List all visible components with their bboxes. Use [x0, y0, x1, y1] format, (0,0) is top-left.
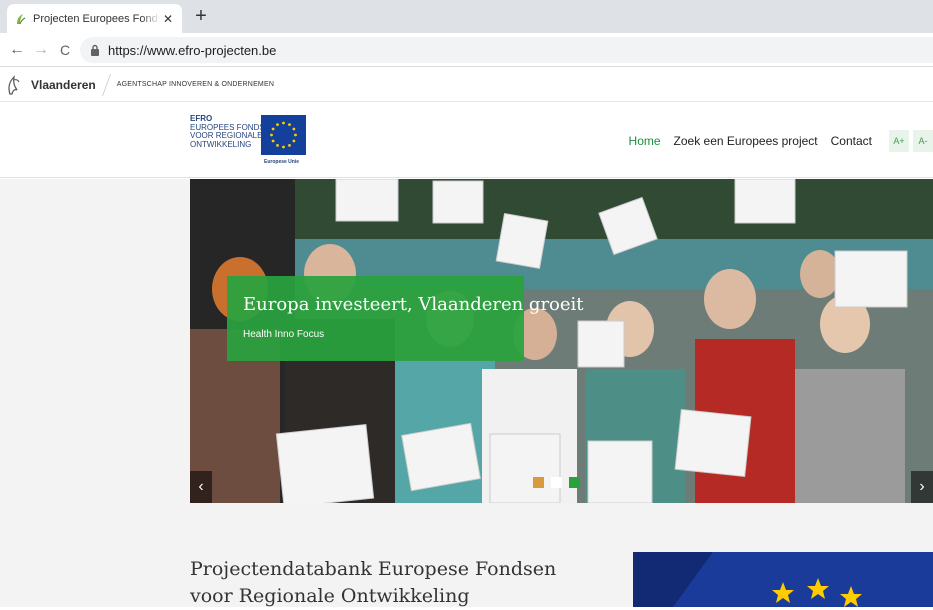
- forward-arrow-icon[interactable]: →: [31, 40, 51, 60]
- carousel-indicators: [533, 477, 587, 488]
- carousel-dot-active[interactable]: [569, 477, 580, 488]
- hero-caption-title: Europa investeert, Vlaanderen groeit: [243, 294, 584, 315]
- efro-logo[interactable]: EFRO EUROPEES FONDS VOOR REGIONALE ONTWI…: [190, 114, 265, 149]
- font-decrease-button[interactable]: A-: [913, 129, 933, 152]
- vlaanderen-link[interactable]: Vlaanderen: [31, 78, 96, 92]
- carousel-dot[interactable]: [551, 477, 562, 488]
- eu-star: [271, 127, 275, 131]
- hero-caption[interactable]: Europa investeert, Vlaanderen groeit Hea…: [227, 276, 584, 361]
- nav-find-project[interactable]: Zoek een Europees project: [674, 134, 818, 148]
- address-bar[interactable]: https://www.efro-projecten.be: [80, 37, 933, 63]
- eu-flag-icon: [261, 115, 306, 155]
- eu-star: [292, 127, 296, 131]
- vlaanderen-bar: Vlaanderen AGENTSCHAP INNOVEREN & ONDERN…: [0, 68, 933, 102]
- carousel-next-button[interactable]: ›: [911, 471, 933, 503]
- eu-label: Europese Unie: [264, 159, 300, 165]
- back-arrow-icon[interactable]: ←: [7, 40, 27, 60]
- browser-tab-strip: Projecten Europees Fonds voor Regionale …: [0, 0, 933, 33]
- eu-star: [282, 121, 285, 125]
- site-header: EFRO EUROPEES FONDS VOOR REGIONALE ONTWI…: [0, 103, 933, 178]
- browser-toolbar: ← → C https://www.efro-projecten.be: [0, 33, 933, 67]
- carousel-dot[interactable]: [533, 477, 544, 488]
- eu-stars-icon: [633, 552, 933, 607]
- tab-title: Projecten Europees Fonds voor Regionale …: [33, 12, 160, 25]
- intro-heading: Projectendatabank Europese Fondsen voor …: [190, 558, 557, 607]
- close-tab-icon[interactable]: ✕: [160, 11, 176, 27]
- url-text: https://www.efro-projecten.be: [108, 42, 277, 58]
- agency-link[interactable]: AGENTSCHAP INNOVEREN & ONDERNEMEN: [117, 81, 274, 88]
- hero-caption-subtitle: Health Inno Focus: [243, 329, 325, 340]
- eu-star: [288, 123, 291, 127]
- hero-carousel: Europa investeert, Vlaanderen groeit Hea…: [190, 179, 933, 503]
- vlaanderen-lion-icon[interactable]: [5, 74, 23, 96]
- browser-tab[interactable]: Projecten Europees Fonds voor Regionale …: [7, 4, 182, 33]
- nav-home[interactable]: Home: [629, 134, 661, 148]
- nav-contact[interactable]: Contact: [831, 134, 872, 148]
- lock-icon: [91, 44, 99, 56]
- eu-star: [270, 133, 273, 137]
- efro-logo-line: ONTWIKKELING: [190, 139, 252, 149]
- reload-icon[interactable]: C: [55, 40, 75, 60]
- carousel-prev-button[interactable]: ‹: [190, 471, 212, 503]
- eu-star: [271, 139, 275, 143]
- eu-flag-photo: [633, 552, 933, 607]
- separator: [101, 73, 111, 96]
- eu-star: [288, 143, 291, 147]
- new-tab-button[interactable]: +: [191, 6, 211, 27]
- eu-star: [294, 133, 297, 137]
- main-menu: Home Zoek een Europees project Contact A…: [629, 103, 933, 178]
- eu-star: [282, 145, 285, 149]
- eu-star: [276, 143, 279, 147]
- eu-star: [292, 139, 296, 143]
- font-increase-button[interactable]: A+: [889, 129, 909, 152]
- vlaanderen-favicon-icon: [17, 13, 26, 24]
- eu-star: [276, 123, 279, 127]
